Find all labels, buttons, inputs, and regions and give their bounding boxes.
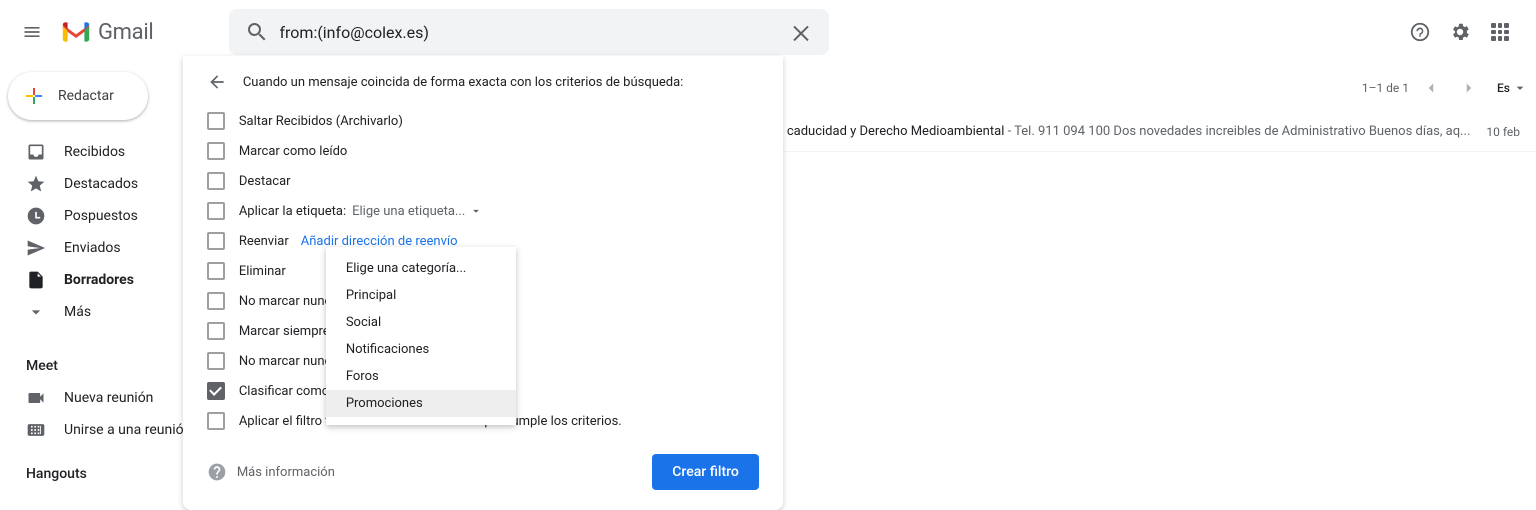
apps-button[interactable] [1480,12,1520,52]
category-item-forums[interactable]: Foros [326,363,516,390]
close-icon[interactable] [789,20,813,44]
filter-skip-inbox[interactable]: Saltar Recibidos (Archivarlo) [207,106,759,136]
gmail-logo[interactable]: Gmail [56,20,153,45]
meet-item-label: Unirse a una reunión [64,422,191,438]
compose-button[interactable]: Redactar [8,72,148,120]
help-icon [1409,21,1431,43]
checkbox[interactable] [207,232,225,250]
chevron-left-icon [1422,79,1440,97]
category-dropdown: Elige una categoría... Principal Social … [326,247,516,425]
sidebar-item-label: Enviados [64,240,121,256]
more-info-link[interactable]: Más información [237,465,335,480]
sidebar-item-label: Borradores [64,272,134,288]
checkbox-checked[interactable] [207,382,225,400]
pager-next-button[interactable] [1453,72,1485,104]
checkbox[interactable] [207,142,225,160]
category-item-principal[interactable]: Principal [326,282,516,309]
checkbox[interactable] [207,262,225,280]
category-item-updates[interactable]: Notificaciones [326,336,516,363]
file-icon [26,270,46,290]
sidebar-item-label: Pospuestos [64,208,138,224]
category-header: Elige una categoría... [326,255,516,282]
checkbox[interactable] [207,112,225,130]
video-icon [26,388,46,408]
keyboard-icon [26,420,46,440]
search-box[interactable] [229,9,829,55]
filter-description: Cuando un mensaje coincida de forma exac… [243,75,684,90]
pager-text: 1–1 de 1 [1362,81,1409,95]
category-item-social[interactable]: Social [326,309,516,336]
chevron-right-icon [1460,79,1478,97]
chevron-down-icon [26,302,46,322]
clock-icon [26,206,46,226]
sidebar-item-label: Más [64,304,91,320]
mail-date: 10 feb [1470,125,1520,139]
settings-button[interactable] [1440,12,1480,52]
label-selector[interactable]: Elige una etiqueta... [352,204,483,219]
compose-label: Redactar [58,88,114,104]
checkbox[interactable] [207,352,225,370]
content-area: 1–1 de 1 Es caducidad y Derecho Medioamb… [231,64,1536,482]
checkbox[interactable] [207,322,225,340]
send-icon [26,238,46,258]
gear-icon [1449,21,1471,43]
back-icon[interactable] [207,72,227,92]
language-selector[interactable]: Es [1497,80,1528,96]
gmail-icon [60,20,92,44]
create-filter-button[interactable]: Crear filtro [652,454,759,490]
filter-star[interactable]: Destacar [207,166,759,196]
search-icon[interactable] [245,20,269,44]
main-menu-button[interactable] [8,8,56,56]
sidebar-item-label: Recibidos [64,144,125,160]
inbox-icon [26,142,46,162]
checkbox[interactable] [207,172,225,190]
checkbox[interactable] [207,202,225,220]
pager-prev-button[interactable] [1415,72,1447,104]
search-input[interactable] [279,23,789,42]
plus-icon [22,84,46,108]
support-button[interactable] [1400,12,1440,52]
checkbox[interactable] [207,292,225,310]
checkbox[interactable] [207,412,225,430]
category-item-promotions[interactable]: Promociones [326,390,516,417]
apps-grid-icon [1491,23,1509,41]
product-name: Gmail [98,20,153,45]
language-label: Es [1497,81,1510,95]
filter-mark-read[interactable]: Marcar como leído [207,136,759,166]
filter-apply-label[interactable]: Aplicar la etiqueta: Elige una etiqueta.… [207,196,759,226]
chevron-down-icon [469,204,483,218]
help-icon[interactable] [207,462,227,482]
chevron-down-icon [1512,80,1528,96]
menu-icon [22,22,42,42]
sidebar-item-label: Destacados [64,176,138,192]
meet-item-label: Nueva reunión [64,390,153,406]
star-icon [26,174,46,194]
